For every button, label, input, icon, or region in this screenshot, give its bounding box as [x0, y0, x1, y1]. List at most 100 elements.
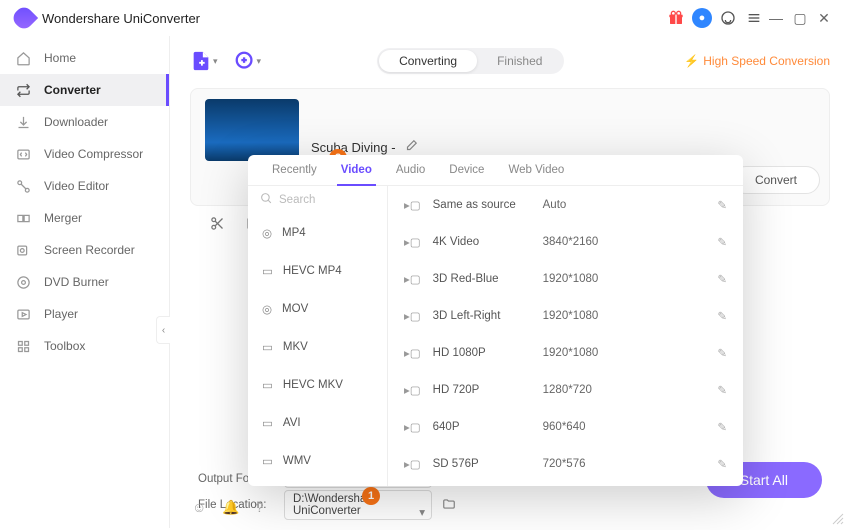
- sidebar-item-label: Home: [44, 51, 76, 65]
- disc-icon: ◎: [262, 302, 272, 316]
- convert-button[interactable]: Convert: [732, 166, 820, 194]
- menu-icon[interactable]: [744, 10, 764, 26]
- open-folder-icon[interactable]: [442, 497, 456, 514]
- format-popup: Recently Video Audio Device Web Video Se…: [248, 155, 743, 486]
- status-segments: Converting Finished: [377, 48, 564, 74]
- tab-device[interactable]: Device: [437, 155, 496, 185]
- sidebar-item-converter[interactable]: Converter: [0, 74, 169, 106]
- preset-4k[interactable]: ▸▢4K Video3840*2160✎: [388, 223, 743, 260]
- maximize-button[interactable]: ▢: [788, 10, 812, 27]
- sidebar-item-compressor[interactable]: Video Compressor: [0, 138, 169, 170]
- format-list: Search ◎MP4 ▭HEVC MP4 ◎MOV ▭MKV ▭HEVC MK…: [248, 186, 388, 486]
- app-title: Wondershare UniConverter: [42, 11, 200, 26]
- edit-preset-icon[interactable]: ✎: [717, 457, 727, 471]
- format-mkv[interactable]: ▭MKV: [248, 328, 387, 366]
- segment-finished[interactable]: Finished: [477, 50, 562, 72]
- sidebar-item-downloader[interactable]: Downloader: [0, 106, 169, 138]
- tab-web-video[interactable]: Web Video: [496, 155, 576, 185]
- hevc-icon: ▭: [262, 264, 273, 278]
- sidebar-item-toolbox[interactable]: Toolbox: [0, 330, 169, 362]
- sidebar-item-player[interactable]: Player: [0, 298, 169, 330]
- sidebar-item-label: Screen Recorder: [44, 243, 135, 257]
- notification-icon[interactable]: 🔔: [222, 499, 239, 516]
- sidebar-item-merger[interactable]: Merger: [0, 202, 169, 234]
- play-box-icon: ▸▢: [404, 272, 421, 286]
- content-area: ‹ ▾ ▾ Converting Finished ⚡ High Speed C…: [170, 36, 850, 528]
- preset-1080p[interactable]: ▸▢HD 1080P1920*1080✎: [388, 334, 743, 371]
- feedback-icon[interactable]: ☺: [192, 499, 206, 516]
- edit-preset-icon[interactable]: ✎: [717, 346, 727, 360]
- edit-preset-icon[interactable]: ✎: [717, 420, 727, 434]
- add-from-device-button[interactable]: ▾: [234, 50, 262, 72]
- toolbox-icon: [16, 339, 34, 354]
- format-avi[interactable]: ▭AVI: [248, 404, 387, 442]
- search-icon: [260, 192, 273, 208]
- titlebar: Wondershare UniConverter ● — ▢ ✕: [0, 0, 850, 36]
- file-title: Scuba Diving -: [311, 140, 396, 155]
- sidebar-item-label: Converter: [44, 83, 101, 97]
- resize-grip[interactable]: [832, 512, 844, 524]
- bolt-icon: ⚡: [684, 54, 699, 68]
- format-mov[interactable]: ◎MOV: [248, 290, 387, 328]
- gift-icon[interactable]: [666, 10, 686, 26]
- play-box-icon: ▸▢: [404, 309, 421, 323]
- preset-3d-left-right[interactable]: ▸▢3D Left-Right1920*1080✎: [388, 297, 743, 334]
- high-speed-link[interactable]: ⚡ High Speed Conversion: [684, 54, 830, 68]
- preset-3d-red-blue[interactable]: ▸▢3D Red-Blue1920*1080✎: [388, 260, 743, 297]
- editor-icon: [16, 179, 34, 194]
- help-icon[interactable]: ?: [256, 499, 264, 516]
- sidebar-item-label: Video Editor: [44, 179, 109, 193]
- segment-converting[interactable]: Converting: [379, 50, 477, 72]
- sidebar: Home Converter Downloader Video Compress…: [0, 36, 170, 528]
- tab-video[interactable]: Video: [329, 155, 384, 185]
- user-avatar[interactable]: ●: [692, 8, 712, 28]
- collapse-sidebar-arrow[interactable]: ‹: [156, 316, 170, 344]
- sidebar-item-dvd[interactable]: DVD Burner: [0, 266, 169, 298]
- preset-576p[interactable]: ▸▢SD 576P720*576✎: [388, 445, 743, 482]
- trim-icon[interactable]: [210, 216, 225, 236]
- search-placeholder: Search: [279, 194, 315, 206]
- popup-tabs: Recently Video Audio Device Web Video: [248, 155, 743, 186]
- preset-720p[interactable]: ▸▢HD 720P1280*720✎: [388, 371, 743, 408]
- converter-icon: [16, 83, 34, 98]
- video-thumbnail[interactable]: [205, 99, 299, 161]
- play-box-icon: ▸▢: [404, 198, 421, 212]
- edit-preset-icon[interactable]: ✎: [717, 383, 727, 397]
- app-logo: [10, 4, 38, 32]
- compressor-icon: [16, 147, 34, 162]
- dvd-icon: [16, 275, 34, 290]
- preset-list: ▸▢Same as sourceAuto✎ ▸▢4K Video3840*216…: [388, 186, 743, 486]
- format-hevc-mp4[interactable]: ▭HEVC MP4: [248, 252, 387, 290]
- tab-recently[interactable]: Recently: [260, 155, 329, 185]
- edit-preset-icon[interactable]: ✎: [717, 235, 727, 249]
- sidebar-item-label: Downloader: [44, 115, 108, 129]
- sidebar-item-editor[interactable]: Video Editor: [0, 170, 169, 202]
- disc-icon: ◎: [262, 226, 272, 240]
- tab-audio[interactable]: Audio: [384, 155, 437, 185]
- sidebar-item-home[interactable]: Home: [0, 42, 169, 74]
- format-hevc-mkv[interactable]: ▭HEVC MKV: [248, 366, 387, 404]
- rename-icon[interactable]: [404, 139, 418, 156]
- film-icon: ▭: [262, 416, 273, 430]
- add-files-button[interactable]: ▾: [190, 50, 218, 72]
- merger-icon: [16, 211, 34, 226]
- preset-same-as-source[interactable]: ▸▢Same as sourceAuto✎: [388, 186, 743, 223]
- edit-preset-icon[interactable]: ✎: [717, 198, 727, 212]
- sidebar-item-label: DVD Burner: [44, 275, 109, 289]
- close-button[interactable]: ✕: [812, 10, 836, 27]
- play-box-icon: ▸▢: [404, 346, 421, 360]
- play-box-icon: ▸▢: [404, 383, 421, 397]
- format-wmv[interactable]: ▭WMV: [248, 442, 387, 480]
- format-search[interactable]: Search: [248, 186, 387, 214]
- play-box-icon: ▸▢: [404, 235, 421, 249]
- format-mp4[interactable]: ◎MP4: [248, 214, 387, 252]
- preset-640p[interactable]: ▸▢640P960*640✎: [388, 408, 743, 445]
- support-icon[interactable]: [718, 10, 738, 26]
- footer-utility-icons: ☺ 🔔 ?: [192, 499, 264, 516]
- minimize-button[interactable]: —: [764, 10, 788, 26]
- sidebar-item-recorder[interactable]: Screen Recorder: [0, 234, 169, 266]
- edit-preset-icon[interactable]: ✎: [717, 272, 727, 286]
- file-location-select[interactable]: D:\Wondershare UniConverter: [284, 490, 432, 520]
- edit-preset-icon[interactable]: ✎: [717, 309, 727, 323]
- sidebar-item-label: Player: [44, 307, 78, 321]
